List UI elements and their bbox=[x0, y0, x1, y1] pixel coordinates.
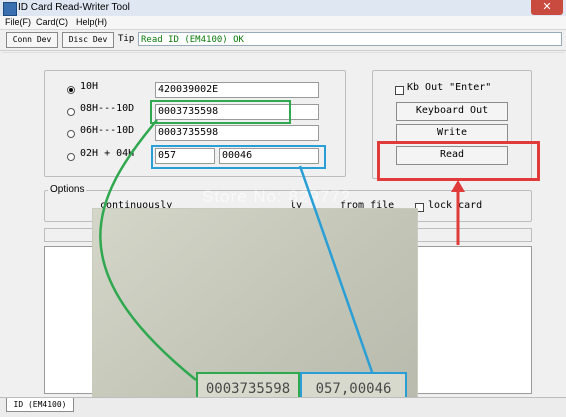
red-arrow-head bbox=[451, 180, 465, 192]
blue-connector bbox=[298, 165, 374, 373]
status-tab[interactable]: ID (EM4100) bbox=[6, 398, 74, 412]
connector-lines bbox=[99, 119, 465, 381]
green-connector bbox=[99, 119, 197, 381]
status-bar bbox=[0, 397, 566, 417]
